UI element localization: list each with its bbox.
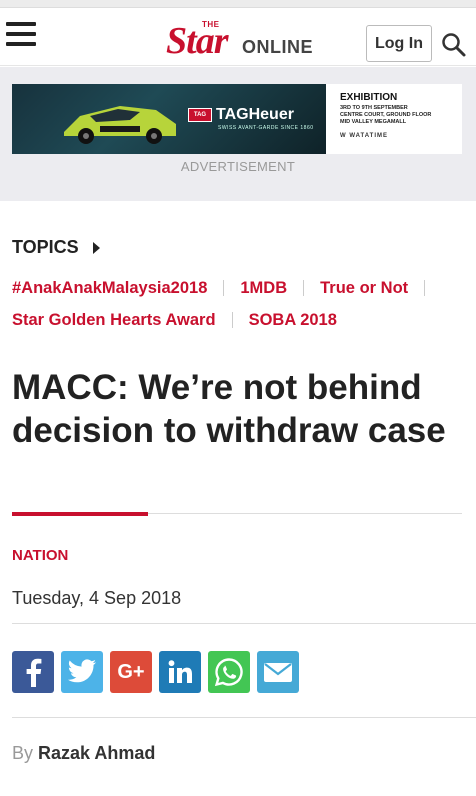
ad-tagline: SWISS AVANT-GARDE SINCE 1860 [218, 125, 314, 131]
google-plus-share-button[interactable]: G+ [110, 651, 152, 693]
browser-top-strip [0, 0, 476, 8]
ad-exhibition-title: EXHIBITION [340, 92, 398, 103]
byline-prefix: By [12, 743, 34, 763]
article-date: Tuesday, 4 Sep 2018 [12, 588, 182, 608]
advertisement-label: ADVERTISEMENT [180, 159, 296, 174]
ad-brand: TAGHeuer [216, 106, 294, 123]
topic-separator [424, 280, 426, 296]
ad-exhibition-line: CENTRE COURT, GROUND FLOOR [340, 112, 432, 118]
article-headline: MACC: We’re not behind decision to withd… [12, 368, 446, 450]
google-plus-icon: G+ [117, 660, 145, 683]
topics-heading-label: TOPICS [12, 237, 79, 257]
topic-separator [303, 280, 305, 296]
whatsapp-icon [214, 658, 243, 687]
twitter-share-button[interactable] [61, 651, 103, 693]
topics-list: #AnakAnakMalaysia2018 1MDB True or Not S… [12, 272, 468, 336]
menu-icon[interactable] [6, 22, 36, 50]
topic-link[interactable]: #AnakAnakMalaysia2018 [12, 279, 207, 298]
linkedin-icon [168, 660, 192, 683]
race-car-image [64, 106, 176, 144]
site-header: THE Star ONLINE Log In [0, 8, 476, 66]
chevron-right-icon [92, 241, 100, 254]
share-divider [12, 717, 476, 718]
topic-separator [223, 280, 225, 296]
advertisement-zone: TAG TAGHeuer SWISS AVANT-GARDE SINCE 186… [0, 67, 476, 201]
topics-row: Star Golden Hearts Award SOBA 2018 [12, 304, 468, 336]
ad-exhibition-panel: EXHIBITION 3RD TO 9TH SEPTEMBER CENTRE C… [326, 84, 462, 154]
topic-link[interactable]: True or Not [320, 279, 408, 298]
ad-retailer-logo: W WATATIME [340, 133, 388, 139]
advertisement-banner[interactable]: TAG TAGHeuer SWISS AVANT-GARDE SINCE 186… [12, 84, 462, 154]
byline: By Razak Ahmad [12, 743, 155, 764]
twitter-icon [68, 659, 96, 683]
login-button[interactable]: Log In [366, 25, 432, 62]
facebook-icon [26, 658, 42, 687]
site-logo[interactable]: THE Star ONLINE [166, 18, 316, 60]
topic-link[interactable]: Star Golden Hearts Award [12, 311, 216, 330]
topic-separator [231, 312, 233, 328]
email-share-button[interactable] [257, 651, 299, 693]
topic-link[interactable]: 1MDB [240, 279, 287, 298]
linkedin-share-button[interactable] [159, 651, 201, 693]
ad-image: TAG TAGHeuer SWISS AVANT-GARDE SINCE 186… [12, 84, 326, 154]
topic-link[interactable]: SOBA 2018 [249, 311, 337, 330]
topics-row: #AnakAnakMalaysia2018 1MDB True or Not [12, 272, 468, 304]
search-icon[interactable] [441, 32, 467, 58]
author-link[interactable]: Razak Ahmad [38, 743, 155, 763]
tag-heuer-badge: TAG [188, 108, 212, 122]
whatsapp-share-button[interactable] [208, 651, 250, 693]
headline-accent-bar [12, 512, 148, 516]
logo-star-text: Star [166, 20, 228, 62]
ad-exhibition-line: 3RD TO 9TH SEPTEMBER [340, 105, 408, 111]
share-bar: G+ [12, 651, 299, 693]
email-icon [264, 663, 292, 682]
topics-heading[interactable]: TOPICS [12, 237, 100, 258]
ad-exhibition-line: MID VALLEY MEGAMALL [340, 119, 407, 125]
logo-online-text: ONLINE [242, 37, 314, 57]
article-section-link[interactable]: NATION [12, 547, 68, 564]
date-divider [12, 623, 476, 624]
facebook-share-button[interactable] [12, 651, 54, 693]
